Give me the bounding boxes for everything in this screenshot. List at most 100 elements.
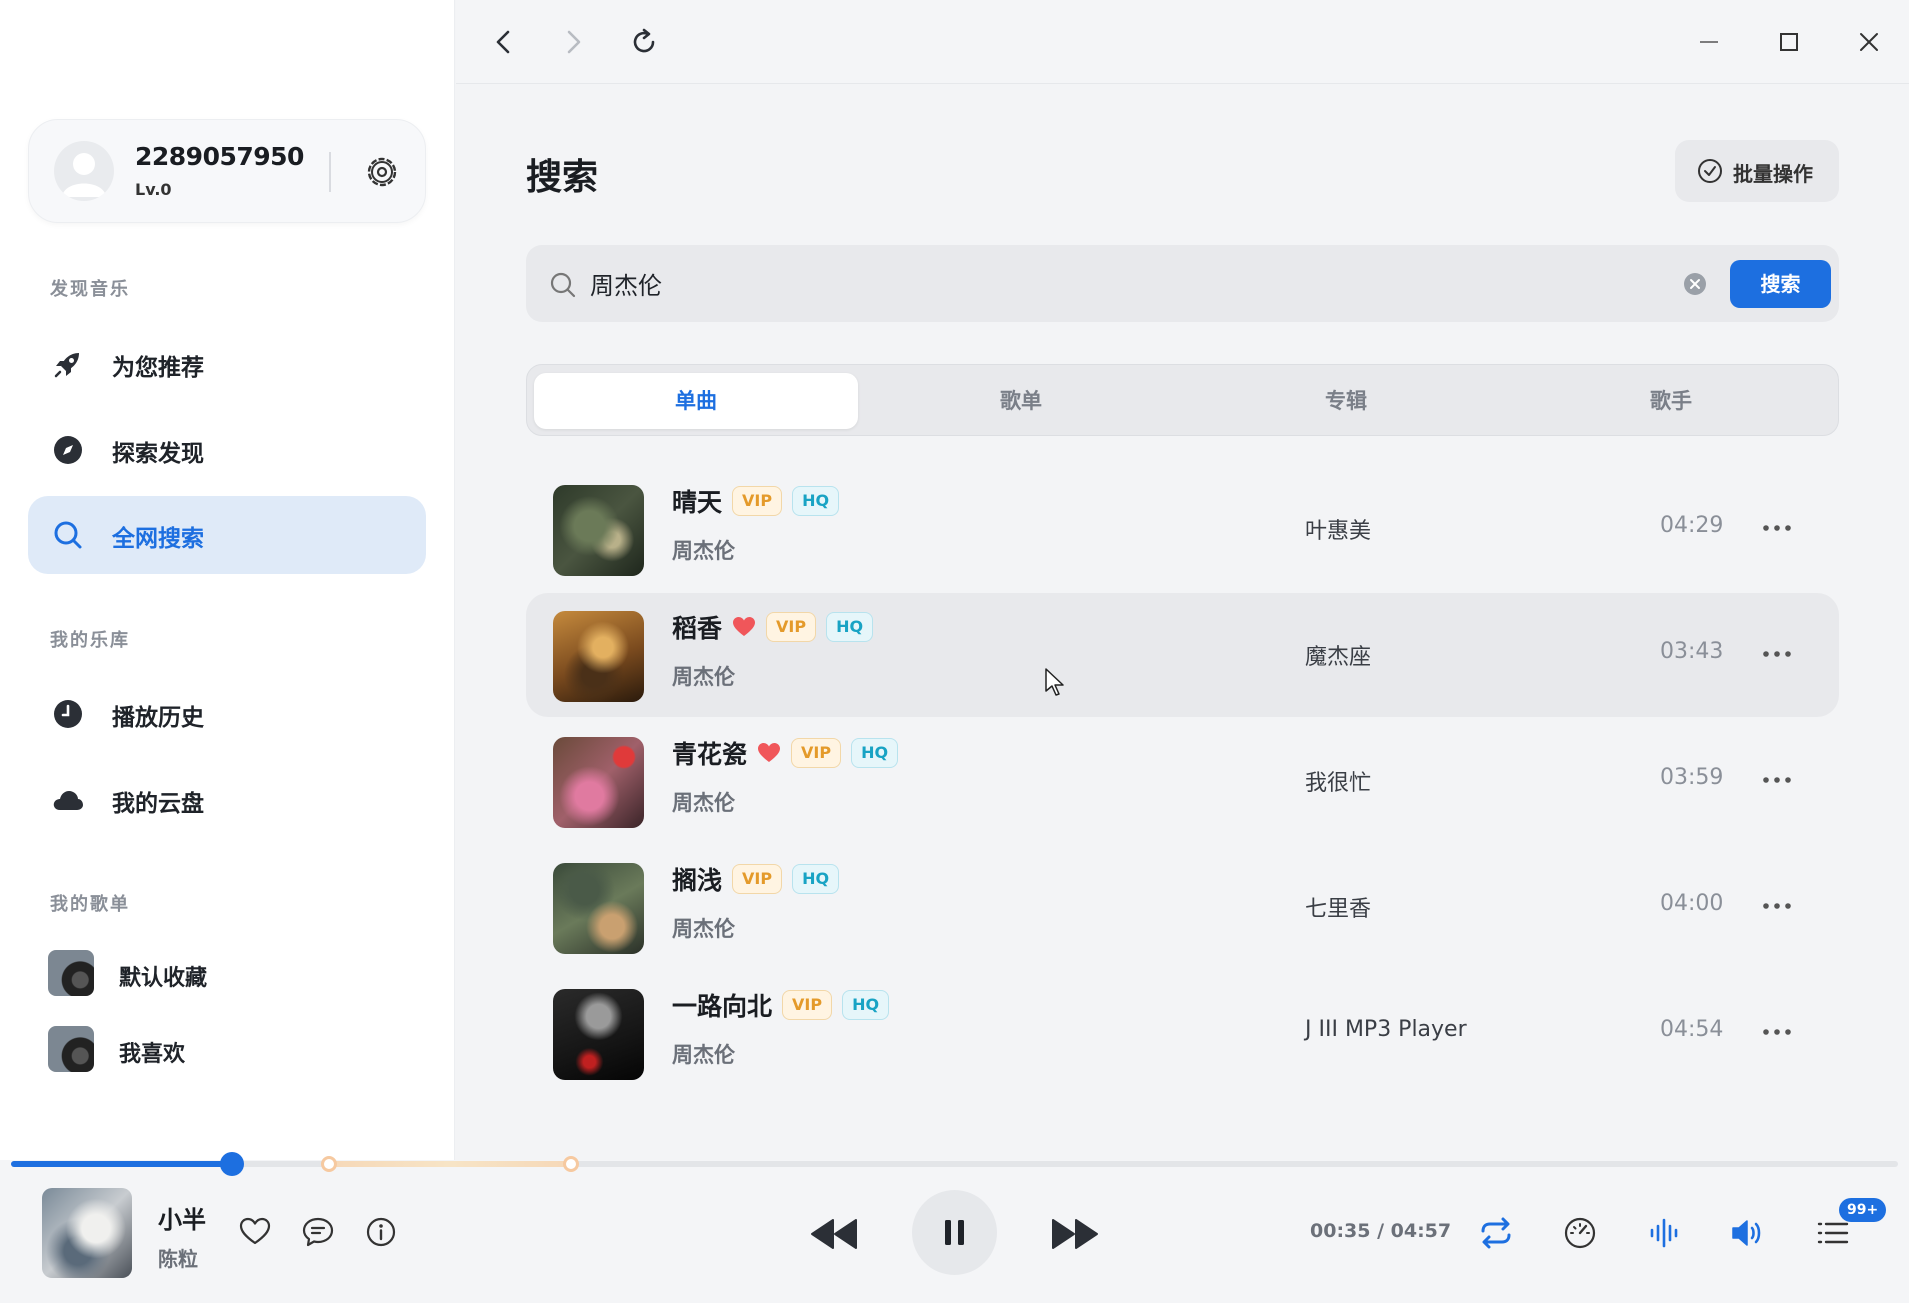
playlist-label: 我喜欢: [119, 1042, 186, 1067]
user-card[interactable]: 2289057950 Lv.0: [28, 119, 426, 223]
vip-badge: VIP: [732, 864, 783, 894]
search-button[interactable]: 搜索: [1730, 260, 1831, 308]
search-icon: [550, 272, 576, 298]
more-icon[interactable]: [1760, 765, 1794, 795]
progress-marker: [563, 1156, 579, 1172]
song-artist[interactable]: 周杰伦: [672, 913, 735, 943]
batch-operation-label: 批量操作: [1733, 162, 1813, 186]
tab-artists[interactable]: 歌手: [1509, 373, 1833, 429]
minimize-icon[interactable]: [1689, 22, 1729, 62]
song-duration: 04:00: [1660, 891, 1724, 916]
playlist-cover: [48, 1026, 94, 1072]
nav-item-cloud[interactable]: 我的云盘: [28, 761, 426, 839]
nav-label: 我的云盘: [112, 791, 204, 817]
pause-button[interactable]: [912, 1190, 997, 1275]
progress-thumb[interactable]: [220, 1152, 244, 1176]
back-icon[interactable]: [484, 22, 524, 62]
nav-item-search[interactable]: 全网搜索: [28, 496, 426, 574]
tab-playlists[interactable]: 歌单: [859, 373, 1183, 429]
tab-albums[interactable]: 专辑: [1184, 373, 1508, 429]
song-row[interactable]: 一路向北 VIP HQ 周杰伦 J III MP3 Player 04:54: [526, 971, 1839, 1095]
settings-icon[interactable]: [363, 153, 401, 191]
maximize-icon[interactable]: [1769, 22, 1809, 62]
song-artist[interactable]: 周杰伦: [672, 661, 735, 691]
now-playing-artist[interactable]: 陈粒: [158, 1243, 198, 1272]
batch-operation-button[interactable]: 批量操作: [1675, 140, 1839, 202]
next-icon[interactable]: [1050, 1216, 1100, 1252]
more-icon[interactable]: [1760, 1017, 1794, 1047]
progress-bar[interactable]: [11, 1152, 1898, 1176]
forward-icon[interactable]: [553, 22, 593, 62]
song-album[interactable]: J III MP3 Player: [1305, 1017, 1467, 1042]
vip-badge: VIP: [782, 990, 833, 1020]
nav-label: 播放历史: [112, 705, 204, 731]
nav-item-history[interactable]: 播放历史: [28, 675, 426, 753]
song-duration: 03:59: [1660, 765, 1724, 790]
more-icon[interactable]: [1760, 639, 1794, 669]
playlist-item-default[interactable]: 默认收藏: [48, 950, 418, 998]
now-playing-title[interactable]: 小半: [158, 1200, 206, 1235]
song-duration: 03:43: [1660, 639, 1724, 664]
playlist-cover: [48, 950, 94, 996]
song-artist[interactable]: 周杰伦: [672, 1039, 735, 1069]
nav-label: 全网搜索: [112, 526, 204, 552]
divider: [329, 152, 331, 192]
song-title: 青花瓷: [672, 740, 748, 769]
info-icon[interactable]: [364, 1215, 398, 1249]
refresh-icon[interactable]: [624, 22, 664, 62]
search-icon: [54, 521, 82, 549]
more-icon[interactable]: [1760, 513, 1794, 543]
mouse-cursor-icon: [1045, 668, 1064, 696]
song-artist[interactable]: 周杰伦: [672, 535, 735, 565]
playlist-item-liked[interactable]: 我喜欢: [48, 1026, 418, 1074]
heart-icon[interactable]: [757, 742, 781, 764]
playlist-label: 默认收藏: [119, 966, 208, 991]
volume-icon[interactable]: [1730, 1215, 1766, 1251]
song-duration: 04:29: [1660, 513, 1724, 538]
vip-badge: VIP: [732, 486, 783, 516]
song-title-group: 青花瓷 VIP HQ: [672, 735, 899, 771]
close-icon[interactable]: [1849, 22, 1889, 62]
song-row[interactable]: 青花瓷 VIP HQ 周杰伦 我很忙 03:59: [526, 719, 1839, 843]
speed-icon[interactable]: [1562, 1215, 1598, 1251]
comment-icon[interactable]: [301, 1215, 335, 1249]
clear-icon[interactable]: [1683, 272, 1707, 296]
sound-effect-icon[interactable]: [1646, 1215, 1682, 1251]
song-album[interactable]: 我很忙: [1305, 765, 1371, 797]
heart-outline-icon[interactable]: [238, 1215, 272, 1249]
repeat-icon[interactable]: [1478, 1215, 1514, 1251]
song-artist[interactable]: 周杰伦: [672, 787, 735, 817]
queue-count-badge: 99+: [1839, 1198, 1887, 1222]
song-cover: [553, 737, 644, 828]
song-album[interactable]: 魔杰座: [1305, 639, 1371, 671]
song-title: 一路向北: [672, 992, 773, 1021]
search-bar: 搜索: [526, 245, 1839, 322]
vip-badge: VIP: [766, 612, 817, 642]
song-title-group: 稻香 VIP HQ: [672, 609, 874, 645]
song-cover: [553, 989, 644, 1080]
tab-songs[interactable]: 单曲: [534, 373, 858, 429]
song-title-group: 晴天 VIP HQ: [672, 483, 840, 519]
previous-icon[interactable]: [809, 1216, 859, 1252]
sidebar: 2289057950 Lv.0 发现音乐 为您推荐 探索发现 全网搜索 我的乐库…: [0, 0, 455, 1160]
song-album[interactable]: 七里香: [1305, 891, 1371, 923]
song-row[interactable]: 稻香 VIP HQ 周杰伦 魔杰座 03:43: [526, 593, 1839, 717]
song-title: 稻香: [672, 614, 723, 643]
song-title-group: 一路向北 VIP HQ: [672, 987, 890, 1023]
hq-badge: HQ: [851, 738, 899, 768]
nav-item-recommend[interactable]: 为您推荐: [28, 325, 426, 403]
hq-badge: HQ: [826, 612, 874, 642]
song-row[interactable]: 晴天 VIP HQ 周杰伦 叶惠美 04:29: [526, 467, 1839, 591]
now-playing-cover[interactable]: [42, 1188, 132, 1278]
page-title: 搜索: [526, 157, 599, 198]
song-album[interactable]: 叶惠美: [1305, 513, 1371, 545]
heart-icon[interactable]: [732, 616, 756, 638]
section-title-playlists: 我的歌单: [50, 894, 130, 915]
search-input[interactable]: [590, 261, 1590, 305]
avatar[interactable]: [54, 141, 114, 201]
song-row[interactable]: 搁浅 VIP HQ 周杰伦 七里香 04:00: [526, 845, 1839, 969]
more-icon[interactable]: [1760, 891, 1794, 921]
clock-icon: [54, 700, 82, 728]
nav-item-explore[interactable]: 探索发现: [28, 411, 426, 489]
progress-highlight: [329, 1161, 571, 1167]
